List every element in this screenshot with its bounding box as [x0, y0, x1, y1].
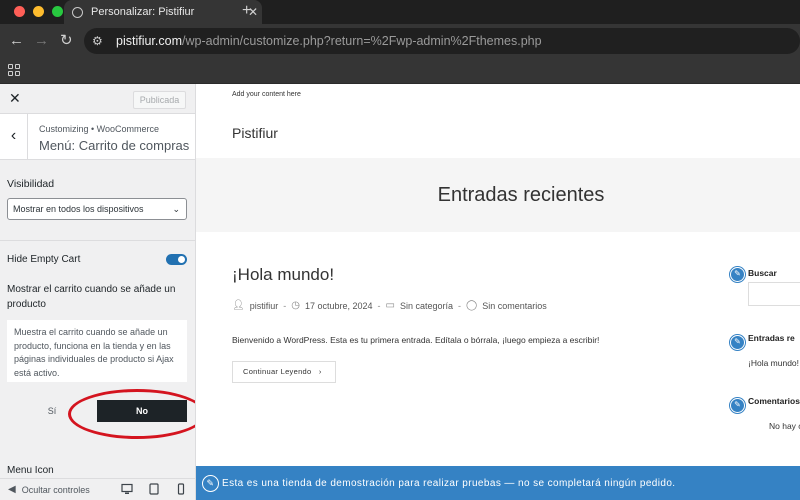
hero-title: Entradas recientes [437, 184, 605, 206]
hide-empty-cart-label: Hide Empty Cart [7, 254, 81, 265]
post-title[interactable]: ¡Hola mundo! [232, 265, 334, 285]
maximize-window-button[interactable] [52, 6, 63, 17]
post-category[interactable]: Sin categoría [400, 301, 453, 311]
edit-shortcut-pencil-icon[interactable]: ✎ [730, 267, 745, 282]
url-host: pistifiur.com [116, 34, 182, 48]
browser-toolbar: ← → ↻ ⚙ pistifiur.com/wp-admin/customize… [0, 24, 800, 58]
chevron-right-icon: › [318, 367, 322, 376]
publish-button[interactable]: Publicada [133, 91, 186, 109]
reload-icon[interactable]: ↻ [60, 32, 73, 50]
show-cart-label: Mostrar el carrito cuando se añade un pr… [7, 284, 176, 310]
forward-arrow-icon[interactable]: → [34, 32, 49, 50]
chevron-down-icon: ⌄ [172, 204, 180, 214]
customizer-sidebar: ✕ Publicada ‹ Customizing • WooCommerce … [0, 84, 196, 500]
customizer-footer: ◀ Ocultar controles [0, 478, 195, 500]
recent-post-link[interactable]: ¡Hola mundo! [748, 358, 799, 368]
address-bar[interactable]: ⚙ pistifiur.com/wp-admin/customize.php?r… [84, 28, 800, 54]
meta-separator: - [458, 300, 462, 311]
menu-icon-section-label: Menu Icon [7, 465, 54, 476]
collapse-icon: ◀ [8, 484, 16, 495]
page-hero: Entradas recientes [196, 158, 800, 232]
site-preview: Add your content here Pistifiur Entradas… [196, 84, 800, 500]
hide-controls-label: Ocultar controles [21, 484, 90, 495]
bookmarks-bar [0, 58, 800, 84]
edit-pencil-icon[interactable]: ✎ [202, 474, 219, 492]
minimize-window-button[interactable] [33, 6, 44, 17]
clock-icon: ◷ [291, 300, 300, 311]
browser-tab[interactable]: Personalizar: Pistifiur ✕ [64, 0, 262, 24]
hide-empty-cart-toggle[interactable] [166, 254, 187, 265]
toggle-knob [178, 256, 185, 263]
red-circle-annotation [68, 389, 195, 439]
section-header: ‹ Customizing • WooCommerce Menú: Carrit… [0, 114, 195, 160]
site-settings-icon[interactable]: ⚙ [92, 34, 110, 48]
show-cart-description: Muestra el carrito cuando se añade un pr… [7, 320, 187, 382]
section-title: Menú: Carrito de compras [39, 138, 190, 153]
search-widget-title: Buscar [748, 268, 777, 278]
back-chevron-icon[interactable]: ‹ [0, 114, 28, 160]
tab-title: Personalizar: Pistifiur [91, 6, 195, 18]
new-tab-button[interactable]: + [242, 2, 251, 20]
back-arrow-icon[interactable]: ← [9, 32, 24, 50]
comment-icon: ◯ [466, 300, 478, 311]
edit-shortcut-pencil-icon[interactable]: ✎ [730, 335, 745, 350]
demo-banner-text: Esta es una tienda de demostración para … [222, 477, 676, 489]
comments-widget-text: No hay c [769, 421, 800, 431]
post-excerpt: Bienvenido a WordPress. Esta es tu prime… [232, 335, 600, 345]
author-icon: 👤︎ [232, 300, 245, 311]
browser-tab-bar: Personalizar: Pistifiur ✕ + [0, 0, 800, 24]
demo-store-banner: ✎ Esta es una tienda de demostración par… [196, 466, 800, 500]
url-path: /wp-admin/customize.php?return=%2Fwp-adm… [182, 34, 542, 48]
edit-shortcut-pencil-icon[interactable]: ✎ [730, 398, 745, 413]
post-comments[interactable]: Sin comentarios [482, 301, 547, 311]
post-author[interactable]: pistifiur [250, 301, 279, 311]
url-text: pistifiur.com/wp-admin/customize.php?ret… [116, 34, 542, 48]
search-widget-input[interactable] [748, 282, 800, 306]
close-window-button[interactable] [14, 6, 25, 17]
visibility-select-value: Mostrar en todos los dispositivos [13, 204, 144, 214]
recent-posts-widget-title: Entradas re [748, 333, 795, 343]
globe-icon [72, 6, 83, 18]
topbar-text: Add your content here [232, 91, 301, 98]
desktop-preview-icon[interactable] [121, 483, 133, 495]
site-title[interactable]: Pistifiur [232, 125, 278, 141]
tablet-preview-icon[interactable] [148, 483, 160, 495]
read-more-button[interactable]: Continuar Leyendo › [232, 361, 336, 383]
visibility-label: Visibilidad [7, 178, 55, 190]
apps-grid-icon[interactable] [8, 64, 20, 76]
visibility-select[interactable]: Mostrar en todos los dispositivos ⌄ [7, 198, 187, 220]
read-more-label: Continuar Leyendo [243, 367, 312, 376]
comments-widget-title: Comentarios [748, 396, 800, 406]
meta-separator: - [377, 300, 381, 311]
divider [0, 240, 195, 241]
hide-controls-button[interactable]: ◀ Ocultar controles [8, 484, 90, 495]
post-date[interactable]: 17 octubre, 2024 [305, 301, 373, 311]
meta-separator: - [283, 300, 287, 311]
window-controls [14, 6, 63, 17]
mobile-preview-icon[interactable] [175, 483, 187, 495]
folder-icon: ▭ [385, 300, 395, 311]
breadcrumb: Customizing • WooCommerce [39, 124, 160, 134]
post-meta: 👤︎ pistifiur - ◷ 17 octubre, 2024 - ▭ Si… [232, 300, 547, 311]
close-customizer-icon[interactable]: ✕ [9, 90, 21, 107]
customizer-header: ✕ Publicada [0, 84, 195, 114]
